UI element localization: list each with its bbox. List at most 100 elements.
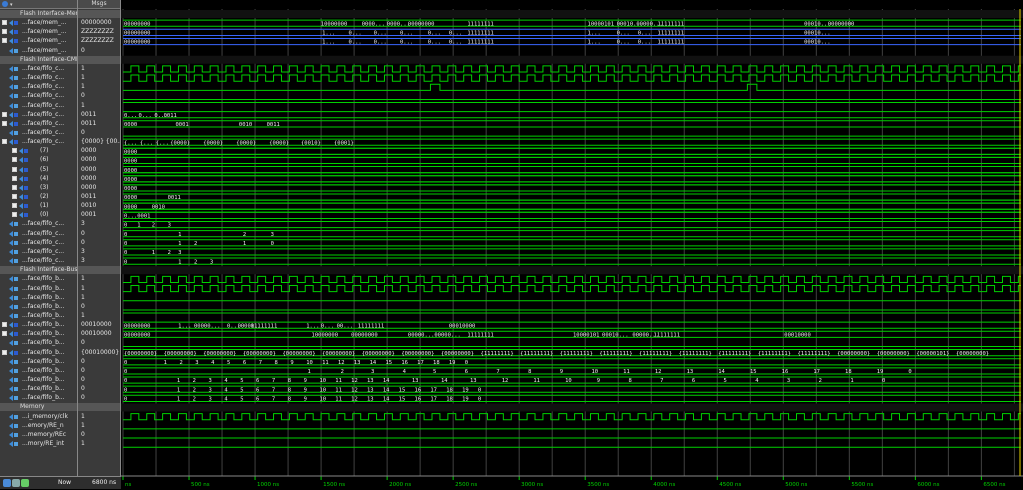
signal-row[interactable]: ...face/fifo_b... bbox=[0, 312, 77, 320]
chevron-down-icon: ▾ bbox=[10, 2, 13, 8]
group-divider[interactable]: Flash Interface-Mem bbox=[0, 10, 77, 18]
signal-row[interactable]: ...face/fifo_c... bbox=[0, 92, 77, 100]
signal-row[interactable]: ...face/fifo_c... bbox=[0, 102, 77, 110]
signal-row[interactable]: ...face/fifo_b... bbox=[0, 376, 77, 384]
settings-icon[interactable] bbox=[12, 479, 20, 487]
signal-row[interactable]: ...face/fifo_c... bbox=[0, 257, 77, 265]
signal-row[interactable]: ...face/fifo_b... bbox=[0, 303, 77, 311]
expand-icon[interactable] bbox=[2, 20, 7, 26]
wave-value-label: 1... bbox=[322, 31, 335, 37]
expand-icon[interactable] bbox=[12, 175, 17, 181]
signal-value: 0 bbox=[81, 385, 85, 393]
signal-row[interactable]: ...face/fifo_c... bbox=[0, 74, 77, 82]
wave-value-label: 13 bbox=[687, 369, 694, 375]
signal-row[interactable]: ...face/fifo_b... bbox=[0, 321, 77, 329]
wave-value-label: {11111111} bbox=[599, 351, 632, 357]
signal-row[interactable]: (7) bbox=[0, 147, 77, 155]
expand-icon[interactable] bbox=[12, 148, 17, 154]
expand-icon[interactable] bbox=[2, 120, 7, 126]
signal-value: 00010000 bbox=[81, 330, 112, 338]
signal-row[interactable]: ...mory/RE_int bbox=[0, 440, 77, 448]
signal-value: 0 bbox=[81, 366, 85, 374]
signal-row[interactable]: ...face/fifo_c... bbox=[0, 83, 77, 91]
signal-row[interactable]: ...face/fifo_c... bbox=[0, 111, 77, 119]
signal-row[interactable]: ...emory/RE_n bbox=[0, 422, 77, 430]
expand-icon[interactable] bbox=[2, 29, 7, 35]
wave-value-label: 0 bbox=[124, 397, 127, 403]
signal-label: ...face/fifo_b... bbox=[22, 293, 65, 301]
wire-signal-icon bbox=[9, 294, 19, 301]
group-divider[interactable]: Memory bbox=[0, 403, 77, 412]
signal-row[interactable]: ...face/fifo_c... bbox=[0, 248, 77, 256]
wave-tool-button[interactable]: ▾ bbox=[2, 1, 16, 8]
signal-value: 0000 bbox=[81, 156, 97, 164]
wave-value-label: 13 bbox=[470, 378, 477, 384]
signal-row[interactable]: ...face/mem_... bbox=[0, 28, 77, 36]
signal-row[interactable]: (1) bbox=[0, 202, 77, 210]
signal-label: ...memory/REc bbox=[22, 430, 67, 438]
signal-wave bbox=[123, 285, 1021, 293]
bus-signal-icon bbox=[9, 331, 19, 338]
collapse-icon[interactable] bbox=[2, 139, 7, 145]
wave-value-label: 0000 bbox=[124, 177, 137, 183]
expand-icon[interactable] bbox=[2, 38, 7, 44]
wave-value-label: 17 bbox=[417, 360, 424, 366]
expand-icon[interactable] bbox=[2, 349, 7, 355]
signal-row[interactable]: ...i_memory/clk bbox=[0, 413, 77, 421]
expand-icon[interactable] bbox=[12, 212, 17, 218]
wave-value-label: 11 bbox=[335, 397, 342, 403]
signal-row[interactable]: (6) bbox=[0, 156, 77, 164]
signal-row[interactable]: ...face/fifo_c... bbox=[0, 129, 77, 137]
signal-row[interactable]: (0) bbox=[0, 211, 77, 219]
signal-row[interactable]: ...face/fifo_c... bbox=[0, 138, 77, 146]
expand-icon[interactable] bbox=[12, 203, 17, 209]
signal-row[interactable]: ...face/fifo_c... bbox=[0, 65, 77, 73]
signal-row[interactable]: ...face/fifo_b... bbox=[0, 349, 77, 357]
wave-value-label: 19 bbox=[462, 387, 469, 393]
signal-row[interactable]: ...face/fifo_b... bbox=[0, 275, 77, 283]
expand-icon[interactable] bbox=[2, 331, 7, 337]
expand-icon[interactable] bbox=[2, 322, 7, 328]
signal-row[interactable]: ...face/fifo_b... bbox=[0, 394, 77, 402]
signal-label: (4) bbox=[40, 174, 49, 182]
expand-icon[interactable] bbox=[12, 166, 17, 172]
signal-value-row: 0 bbox=[78, 303, 120, 311]
signal-row[interactable]: ...face/fifo_b... bbox=[0, 358, 77, 366]
cursor-icon[interactable] bbox=[21, 479, 29, 487]
wave-value-label: 16 bbox=[401, 360, 408, 366]
expand-icon[interactable] bbox=[12, 157, 17, 163]
signal-row[interactable]: ...face/fifo_c... bbox=[0, 220, 77, 228]
zoom-icon[interactable] bbox=[3, 479, 11, 487]
group-divider[interactable]: Flash Interface-Bus bbox=[0, 266, 77, 275]
signal-row[interactable]: ...face/fifo_b... bbox=[0, 294, 77, 302]
expand-icon[interactable] bbox=[12, 194, 17, 199]
signal-row[interactable]: ...face/fifo_c... bbox=[0, 120, 77, 128]
expand-icon[interactable] bbox=[12, 184, 17, 190]
wave-value-label: 0... bbox=[400, 40, 413, 46]
signal-row[interactable]: (2) bbox=[0, 193, 77, 201]
signal-row[interactable]: ...face/fifo_b... bbox=[0, 330, 77, 338]
signal-row[interactable]: (3) bbox=[0, 184, 77, 192]
wire-signal-icon bbox=[9, 377, 19, 383]
signal-label: ...face/fifo_b... bbox=[22, 394, 65, 402]
signal-row[interactable]: ...face/fifo_c... bbox=[0, 239, 77, 247]
signal-row[interactable]: ...memory/REc bbox=[0, 431, 77, 439]
signal-row[interactable]: ...face/mem_... bbox=[0, 47, 77, 55]
signal-row[interactable]: ...face/mem_... bbox=[0, 37, 77, 45]
signal-row[interactable]: ...face/fifo_b... bbox=[0, 367, 77, 375]
time-tick-label: 2000 ns bbox=[389, 482, 411, 488]
signal-row[interactable]: ...face/fifo_b... bbox=[0, 385, 77, 393]
signal-row[interactable]: ...face/fifo_b... bbox=[0, 339, 77, 347]
signal-row[interactable]: (4) bbox=[0, 175, 77, 183]
signal-label: (3) bbox=[40, 183, 49, 191]
expand-icon[interactable] bbox=[2, 111, 7, 117]
signal-row[interactable]: ...face/fifo_b... bbox=[0, 285, 77, 293]
wave-value-label: 2 bbox=[819, 378, 822, 384]
signal-row[interactable]: (5) bbox=[0, 166, 77, 174]
signal-label: ...face/fifo_c... bbox=[22, 229, 65, 237]
signal-row[interactable]: ...face/fifo_c... bbox=[0, 230, 77, 238]
signal-row[interactable]: ...face/mem_... bbox=[0, 19, 77, 27]
waveform-canvas[interactable]: 00000000 10000000 0000... 0000...00000000 11… bbox=[121, 0, 1023, 488]
waveform-pane[interactable]: 00000000 10000000 0000... 0000... 00000000 11… bbox=[121, 0, 1023, 488]
group-divider[interactable]: Flash Interface-CMD bbox=[0, 55, 77, 64]
